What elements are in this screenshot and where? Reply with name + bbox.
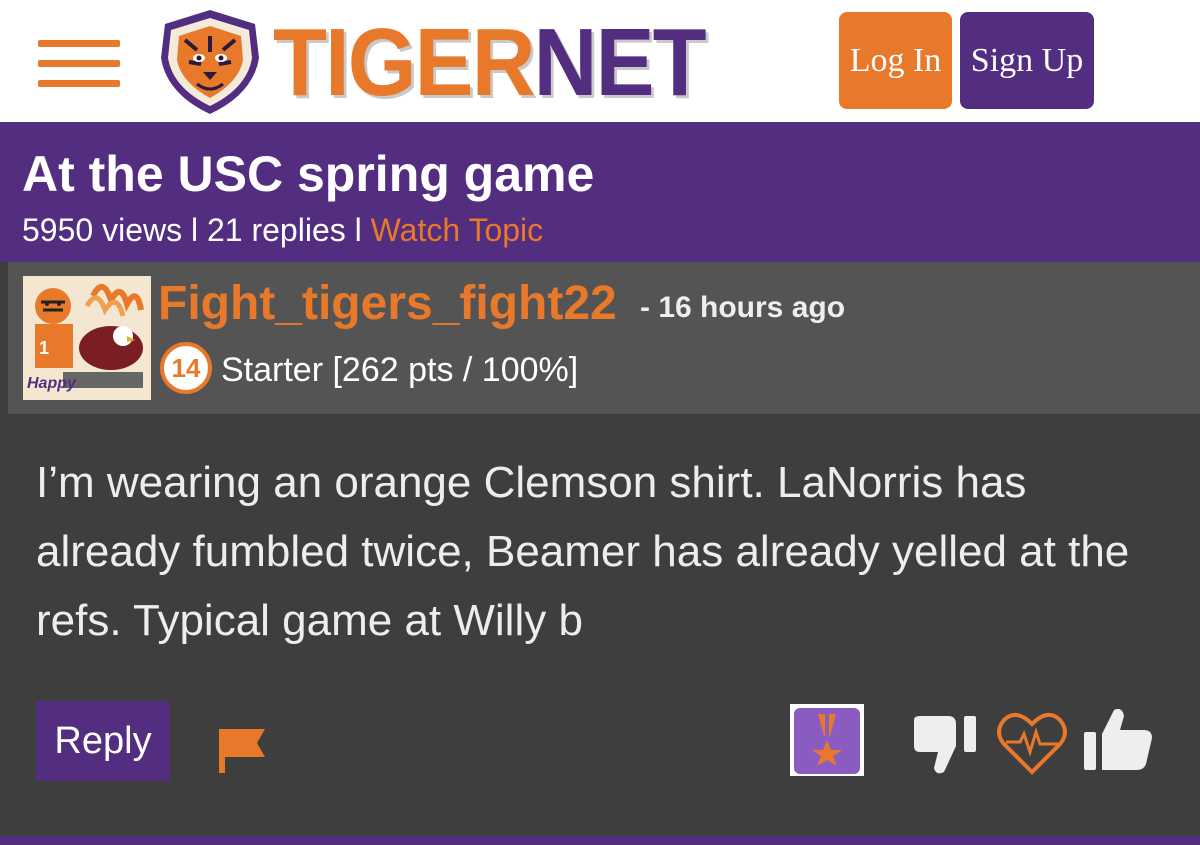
svg-text:1: 1 [39,338,49,358]
medal-icon[interactable] [790,704,864,776]
topic-meta: 5950 views l 21 replies l Watch Topic [22,210,543,250]
topic-title: At the USC spring game [22,146,595,202]
post-body: I’m wearing an orange Clemson shirt. LaN… [36,458,1130,645]
meta-separator: l [345,212,371,248]
watch-topic-link[interactable]: Watch Topic [371,212,544,248]
thumbs-up-icon[interactable] [1082,706,1154,774]
thumbs-down-icon[interactable] [910,712,980,778]
user-rank-text: Starter [262 pts / 100%] [221,351,579,389]
site-header: TIGERNET Log In Sign Up [0,0,1200,122]
heart-icon[interactable] [996,710,1068,776]
views-count: 5950 views [22,212,183,248]
replies-count: 21 replies [206,212,346,248]
flag-icon[interactable] [217,725,269,775]
avatar[interactable]: 1 Happy [23,276,151,400]
avatar-caption: Happy [27,375,77,392]
site-wordmark: TIGERNET [273,9,707,116]
login-button[interactable]: Log In [839,12,952,109]
avatar-image: 1 Happy [23,276,151,400]
section-divider [0,836,1200,845]
rank-badge: 14 [160,342,212,394]
post-header: 1 Happy Fight_tigers_fight22 - 16 hours … [0,262,1200,417]
meta-separator: l [182,212,207,248]
post-timestamp: - 16 hours ago [640,291,846,324]
username-link[interactable]: Fight_tigers_fight22 [158,276,617,332]
signup-button[interactable]: Sign Up [960,12,1094,109]
site-logo[interactable]: TIGERNET [155,6,745,118]
tiger-logo-icon [161,10,259,114]
topic-header: At the USC spring game 5950 views l 21 r… [0,122,1200,262]
menu-icon[interactable] [38,40,120,88]
reply-button[interactable]: Reply [36,701,170,781]
